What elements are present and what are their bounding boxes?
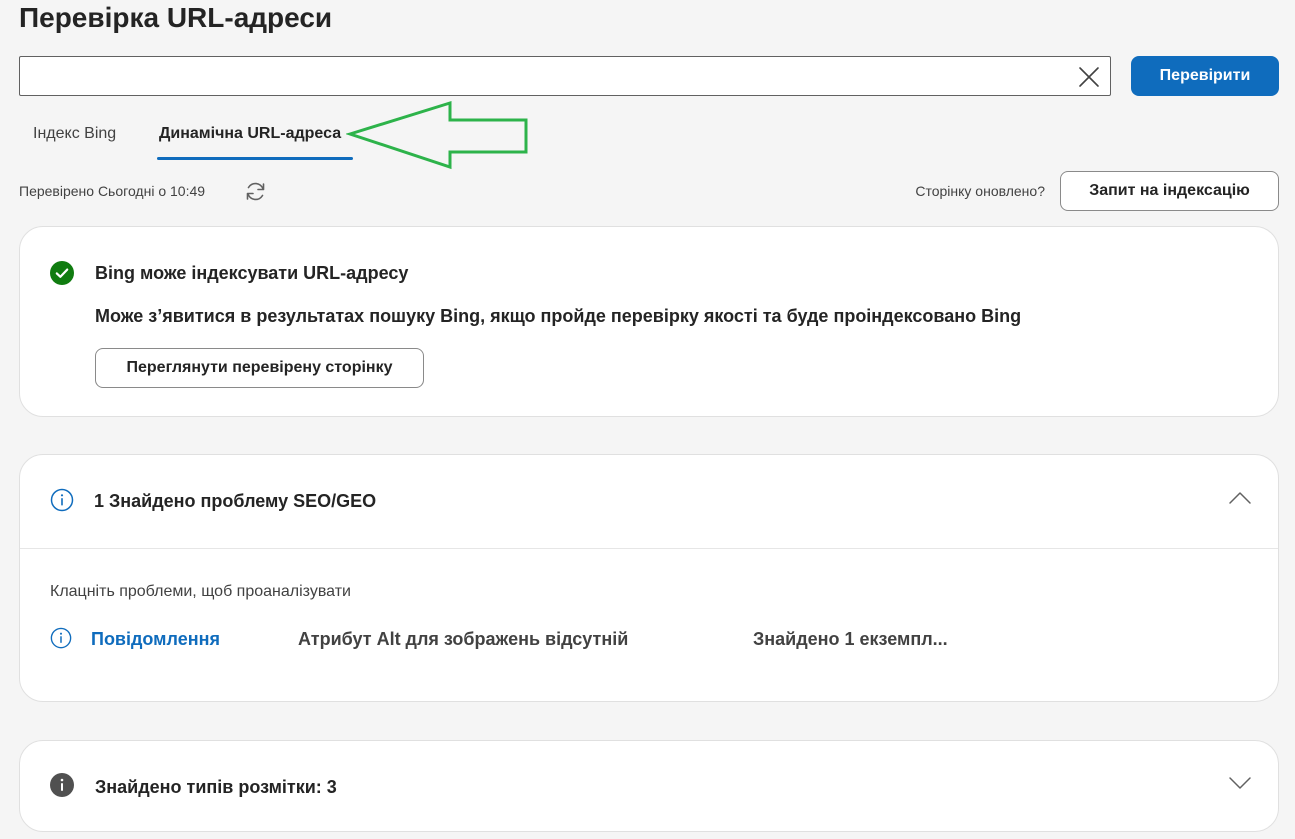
issues-hint: Клацніть проблеми, щоб проаналізувати: [50, 583, 351, 600]
checkmark-circle-icon: [50, 261, 74, 285]
indexability-title: Bing може індексувати URL-адресу: [95, 263, 409, 283]
markup-heading: Знайдено типів розмітки: 3: [95, 777, 337, 797]
checked-timestamp: Перевірено Сьогодні о 10:49: [19, 183, 206, 199]
page-title: Перевірка URL-адреси: [19, 2, 333, 33]
issue-type-link[interactable]: Повідомлення: [91, 626, 220, 652]
info-icon: [50, 627, 72, 649]
card-divider: [20, 548, 1278, 549]
chevron-down-icon[interactable]: [1228, 771, 1252, 795]
info-filled-icon: [50, 773, 74, 797]
tab-live-url[interactable]: Динамічна URL-адреса: [159, 112, 341, 160]
issue-name: Атрибут Alt для зображень відсутній: [298, 629, 629, 649]
seo-issues-heading: 1 Знайдено проблему SEO/GEO: [94, 491, 377, 511]
close-icon[interactable]: [1078, 66, 1100, 88]
url-input-container: [19, 56, 1111, 96]
seo-issues-card: 1 Знайдено проблему SEO/GEO Клацніть про…: [19, 454, 1279, 702]
indexability-card: Bing може індексувати URL-адресу Може з’…: [19, 226, 1279, 417]
active-tab-indicator: [157, 157, 353, 160]
indexability-description: Може з’явитися в результатах пошуку Bing…: [95, 306, 1022, 326]
url-input[interactable]: [20, 57, 1110, 95]
issue-row[interactable]: Повідомлення Атрибут Alt для зображень в…: [50, 626, 1250, 654]
issue-count: Знайдено 1 екземпл...: [753, 629, 948, 649]
annotation-arrow-icon: [346, 100, 528, 170]
tab-bing-index[interactable]: Індекс Bing: [33, 112, 116, 160]
info-icon: [50, 488, 74, 512]
chevron-up-icon[interactable]: [1228, 486, 1252, 510]
request-indexing-button[interactable]: Запит на індексацію: [1060, 171, 1279, 211]
refresh-icon[interactable]: [243, 179, 268, 204]
view-tested-page-button[interactable]: Переглянути перевірену сторінку: [95, 348, 424, 388]
page-updated-label: Сторінку оновлено?: [915, 183, 1045, 199]
check-button[interactable]: Перевірити: [1131, 56, 1279, 96]
url-inspection-page: Перевірка URL-адреси Перевірити Індекс B…: [0, 0, 1295, 839]
markup-card[interactable]: Знайдено типів розмітки: 3: [19, 740, 1279, 832]
